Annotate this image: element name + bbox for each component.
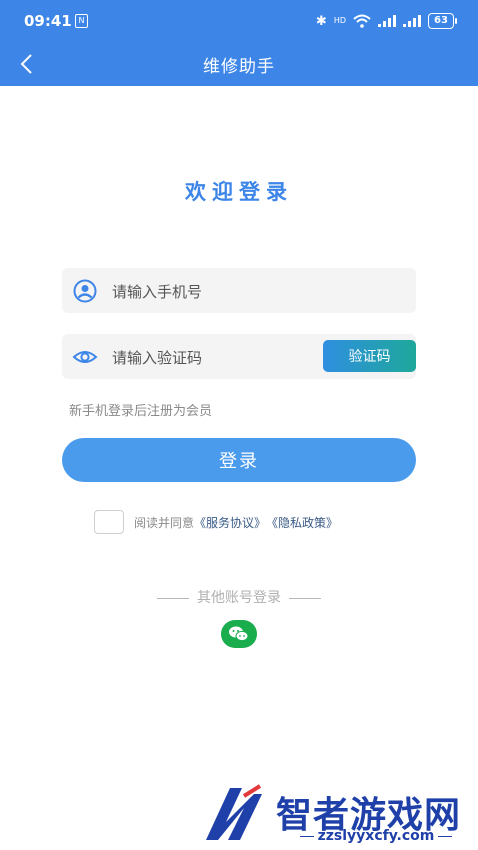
other-login-label: 其他账号登录 (197, 590, 281, 606)
divider-line-left (157, 597, 189, 599)
bluetooth-icon: ✱ (315, 13, 327, 29)
network-hd-icon: HD (333, 16, 346, 25)
site-watermark: 智者游戏网 zzslyyxcfy.com (200, 782, 478, 850)
eye-icon (72, 344, 98, 370)
watermark-logo-icon (200, 782, 268, 844)
watermark-url-row: zzslyyxcfy.com (276, 828, 476, 844)
app-header: 09:41 N ✱ HD 63 维修助手 (0, 0, 478, 86)
code-input[interactable] (110, 334, 334, 381)
wechat-login-button[interactable] (221, 620, 257, 648)
watermark-line-right (438, 835, 453, 837)
status-bar: 09:41 N ✱ HD 63 (0, 0, 478, 44)
status-time: 09:41 (24, 12, 72, 30)
welcome-heading: 欢迎登录 (185, 180, 293, 204)
navbar: 维修助手 (0, 44, 478, 86)
privacy-policy-link[interactable]: 《隐私政策》 (266, 514, 338, 531)
login-button[interactable]: 登录 (62, 438, 416, 482)
register-hint: 新手机登录后注册为会员 (69, 404, 213, 419)
nfc-icon: N (75, 14, 88, 28)
phone-field (62, 268, 416, 315)
user-icon (72, 278, 98, 304)
get-code-button[interactable]: 验证码 (323, 340, 416, 372)
signal-icon-1 (378, 15, 396, 27)
service-agreement-link[interactable]: 《服务协议》 (194, 514, 266, 531)
divider-line-right (289, 597, 321, 599)
wechat-icon (221, 620, 257, 648)
status-icons: ✱ HD 63 (315, 11, 457, 31)
code-field: 验证码 (62, 334, 416, 381)
agree-text: 阅读并同意 (134, 515, 195, 530)
agreement-row: 阅读并同意 《服务协议》 《隐私政策》 (94, 510, 338, 534)
watermark-url: zzslyyxcfy.com (317, 828, 435, 844)
page-title: 维修助手 (203, 57, 275, 77)
watermark-line-left (299, 835, 314, 837)
signal-icon-2 (403, 15, 421, 27)
other-login-divider: 其他账号登录 (0, 587, 478, 607)
wifi-icon (353, 14, 371, 28)
battery-icon: 63 (428, 13, 457, 29)
phone-input[interactable] (110, 268, 334, 315)
agree-checkbox[interactable] (94, 510, 124, 534)
